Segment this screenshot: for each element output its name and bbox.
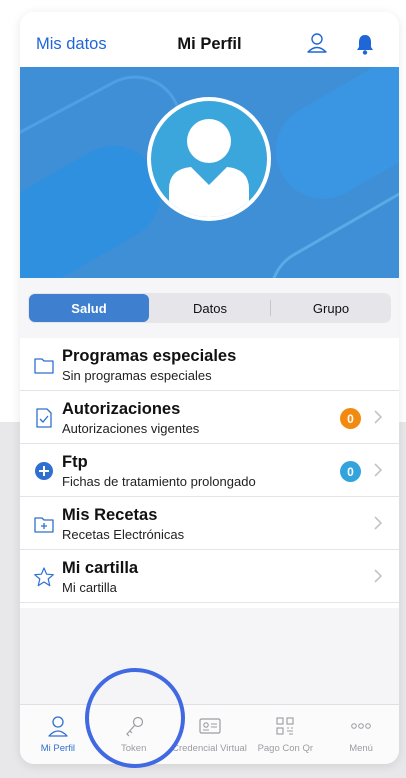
list-item-subtitle: Mi cartilla bbox=[62, 580, 117, 595]
list-item-subtitle: Sin programas especiales bbox=[62, 368, 212, 383]
chevron-right-icon bbox=[374, 410, 383, 424]
tab-datos[interactable]: Datos bbox=[150, 293, 270, 323]
tabbar-item-mi-perfil[interactable]: Mi Perfil bbox=[20, 705, 96, 764]
profile-banner bbox=[20, 67, 399, 278]
list-item-title: Ftp bbox=[62, 453, 88, 471]
list-item-title: Autorizaciones bbox=[62, 400, 181, 418]
list-item-ftp[interactable]: Ftp Fichas de tratamiento prolongado 0 bbox=[20, 444, 399, 497]
list-item-programas[interactable]: Programas especiales Sin programas espec… bbox=[20, 338, 399, 391]
person-silhouette-icon bbox=[169, 119, 249, 217]
list-item-recetas[interactable]: Mis Recetas Recetas Electrónicas bbox=[20, 497, 399, 550]
bottom-tab-bar: Mi Perfil Token Credencial Virtual Pago … bbox=[20, 704, 399, 764]
bell-icon[interactable] bbox=[355, 33, 375, 55]
id-card-icon bbox=[198, 718, 221, 734]
list-item-subtitle: Autorizaciones vigentes bbox=[62, 421, 200, 436]
tab-grupo[interactable]: Grupo bbox=[271, 293, 391, 323]
user-icon[interactable] bbox=[306, 32, 328, 54]
more-icon bbox=[351, 723, 371, 729]
star-icon bbox=[34, 567, 54, 587]
tabbar-label: Token bbox=[121, 743, 147, 754]
health-list: Programas especiales Sin programas espec… bbox=[20, 338, 399, 603]
chevron-right-icon bbox=[374, 516, 383, 530]
tabbar-label: Mi Perfil bbox=[40, 743, 76, 754]
tab-salud[interactable]: Salud bbox=[29, 294, 149, 322]
chevron-right-icon bbox=[374, 463, 383, 477]
list-item-cartilla[interactable]: Mi cartilla Mi cartilla bbox=[20, 550, 399, 603]
list-item-autorizaciones[interactable]: Autorizaciones Autorizaciones vigentes 0 bbox=[20, 391, 399, 444]
count-badge: 0 bbox=[340, 408, 361, 429]
list-item-title: Programas especiales bbox=[62, 347, 237, 365]
prescription-folder-icon bbox=[34, 517, 54, 533]
list-item-subtitle: Recetas Electrónicas bbox=[62, 527, 185, 542]
tabbar-label: Credencial Virtual bbox=[172, 743, 247, 754]
segment-area: Salud Datos Grupo bbox=[20, 278, 399, 338]
key-icon bbox=[125, 716, 143, 737]
qr-code-icon bbox=[276, 717, 294, 735]
tabbar-label: Menú bbox=[349, 743, 373, 754]
page-title: Mi Perfil bbox=[177, 35, 242, 53]
folder-icon bbox=[34, 358, 54, 374]
tabbar-item-menu[interactable]: Menú bbox=[323, 705, 399, 764]
plus-circle-icon bbox=[35, 462, 53, 480]
avatar[interactable] bbox=[147, 97, 271, 221]
segmented-control: Salud Datos Grupo bbox=[28, 293, 391, 323]
tabbar-item-token[interactable]: Token bbox=[96, 705, 172, 764]
avatar-image bbox=[151, 101, 267, 217]
tabbar-item-pago-qr[interactable]: Pago Con Qr bbox=[247, 705, 323, 764]
user-icon bbox=[48, 716, 68, 737]
profile-card: Mis datos Mi Perfil Salud Datos Grupo Pr… bbox=[20, 12, 399, 764]
tabbar-label: Pago Con Qr bbox=[257, 743, 314, 754]
list-item-subtitle: Fichas de tratamiento prolongado bbox=[62, 474, 256, 489]
list-item-title: Mis Recetas bbox=[62, 506, 158, 524]
count-badge: 0 bbox=[340, 461, 361, 482]
chevron-right-icon bbox=[374, 569, 383, 583]
list-empty-area bbox=[20, 608, 399, 704]
nav-header: Mis datos Mi Perfil bbox=[20, 12, 399, 67]
document-check-icon bbox=[36, 408, 52, 428]
tabbar-item-credencial[interactable]: Credencial Virtual bbox=[172, 705, 248, 764]
list-item-title: Mi cartilla bbox=[62, 559, 139, 577]
